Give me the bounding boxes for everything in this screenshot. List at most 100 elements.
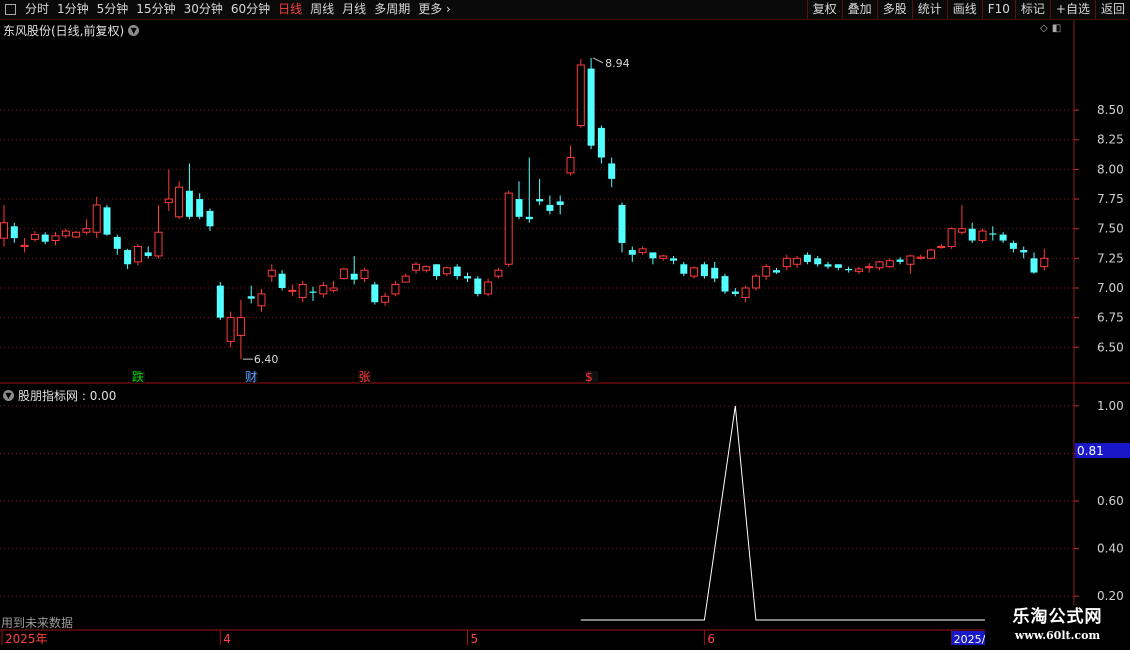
candle-body bbox=[329, 287, 338, 291]
candle bbox=[1040, 248, 1049, 271]
price-annotations: 8.94 6.40 bbox=[242, 57, 630, 366]
tab-more[interactable]: 更多 › bbox=[414, 0, 455, 19]
multi-stock-button[interactable]: 多股 bbox=[876, 0, 912, 19]
candle-body bbox=[206, 210, 214, 227]
candle-body bbox=[721, 276, 729, 292]
candle bbox=[906, 254, 915, 274]
chart-area[interactable]: 8.94 6.40 8.50 8.25 8.00 7.75 7.50 7.25 7.00 6.7… bbox=[0, 20, 1130, 650]
candle bbox=[350, 255, 358, 285]
back-button[interactable]: 返回 bbox=[1094, 0, 1130, 19]
candle bbox=[236, 299, 245, 360]
candle-body bbox=[546, 204, 554, 211]
candle bbox=[288, 284, 297, 297]
candle bbox=[968, 222, 976, 243]
candle bbox=[1020, 246, 1028, 259]
candle-body bbox=[566, 157, 575, 174]
tab-weekly[interactable]: 周线 bbox=[306, 0, 338, 19]
candle bbox=[916, 254, 925, 260]
candle bbox=[442, 266, 451, 277]
candle-body bbox=[741, 287, 750, 298]
candle bbox=[82, 219, 91, 235]
time-axis: 2025年4562025/07/01/二 bbox=[1, 630, 1032, 646]
candle bbox=[113, 234, 121, 255]
candle bbox=[72, 231, 81, 239]
candle bbox=[51, 232, 60, 246]
time-label: 5 bbox=[471, 632, 479, 646]
indicator-axis: 1.000.800.600.400.200.81 bbox=[1074, 399, 1130, 603]
f10-button[interactable]: F10 bbox=[981, 0, 1015, 19]
window-icon[interactable] bbox=[5, 4, 16, 15]
candle-body bbox=[597, 127, 605, 158]
candle-body bbox=[906, 255, 915, 265]
candle bbox=[597, 125, 605, 164]
price-axis: 8.50 8.25 8.00 7.75 7.50 7.25 7.00 6.75 6.50 bbox=[1074, 103, 1124, 354]
candle bbox=[175, 181, 184, 220]
candle-body bbox=[247, 296, 255, 299]
candle-body bbox=[587, 68, 595, 146]
tab-15min[interactable]: 15分钟 bbox=[132, 0, 179, 19]
candle bbox=[700, 261, 708, 279]
candle-body bbox=[999, 234, 1007, 241]
candle-body bbox=[968, 228, 976, 241]
candle bbox=[854, 266, 863, 274]
candle bbox=[309, 286, 317, 302]
tab-daily[interactable]: 日线 bbox=[274, 0, 306, 19]
candle bbox=[556, 195, 564, 215]
candle-body bbox=[433, 264, 441, 277]
candle bbox=[41, 232, 49, 245]
tab-1min[interactable]: 1分钟 bbox=[53, 0, 93, 19]
candle bbox=[957, 204, 966, 235]
candle bbox=[546, 195, 554, 215]
candle-body bbox=[371, 284, 379, 303]
candle bbox=[885, 258, 894, 268]
candle-body bbox=[504, 192, 513, 265]
candle bbox=[164, 169, 173, 211]
mark-button[interactable]: 标记 bbox=[1014, 0, 1050, 19]
tab-multi-period[interactable]: 多周期 bbox=[370, 0, 414, 19]
candle-body bbox=[30, 234, 39, 240]
overlay-button[interactable]: 叠加 bbox=[841, 0, 877, 19]
time-label: 4 bbox=[223, 632, 231, 646]
stats-button[interactable]: 统计 bbox=[911, 0, 947, 19]
tab-5min[interactable]: 5分钟 bbox=[93, 0, 133, 19]
add-watchlist-button[interactable]: +自选 bbox=[1049, 0, 1095, 19]
candle bbox=[999, 232, 1007, 243]
candle-body bbox=[927, 249, 935, 259]
candle bbox=[464, 272, 471, 283]
tab-monthly[interactable]: 月线 bbox=[338, 0, 370, 19]
tab-60min[interactable]: 60分钟 bbox=[227, 0, 274, 19]
indicator-value: 0.00 bbox=[89, 388, 117, 403]
signal-marker: 张 bbox=[359, 370, 371, 384]
candle bbox=[1030, 252, 1038, 274]
candle-body bbox=[638, 248, 647, 253]
candle bbox=[793, 255, 802, 268]
candle-body bbox=[298, 283, 307, 298]
candle-body bbox=[865, 266, 874, 269]
tab-fenshi[interactable]: 分时 bbox=[21, 0, 53, 19]
price-tick-label: 6.50 bbox=[1097, 340, 1124, 354]
candle bbox=[803, 252, 811, 265]
candle bbox=[92, 196, 101, 239]
draw-line-button[interactable]: 画线 bbox=[946, 0, 982, 19]
candle-body bbox=[576, 64, 585, 127]
candle bbox=[845, 266, 853, 273]
candle-body bbox=[1009, 242, 1017, 249]
indicator-tick-label: 0.40 bbox=[1097, 542, 1124, 556]
candle bbox=[329, 280, 338, 293]
candle bbox=[20, 238, 29, 253]
candle-body bbox=[1030, 258, 1038, 273]
main-grid bbox=[0, 109, 1074, 348]
indicator-title[interactable]: ▼ 股朋指标网 : 0.00 bbox=[3, 387, 116, 404]
fuquan-button[interactable]: 复权 bbox=[806, 0, 842, 19]
candle bbox=[875, 260, 884, 271]
chevron-down-icon[interactable]: ▼ bbox=[3, 390, 14, 401]
tab-30min[interactable]: 30分钟 bbox=[180, 0, 227, 19]
candle-body bbox=[339, 268, 348, 279]
candle-body bbox=[20, 244, 29, 247]
candle-body bbox=[216, 285, 224, 318]
candle bbox=[494, 267, 503, 279]
candle-body bbox=[680, 264, 688, 274]
candle bbox=[978, 228, 987, 243]
indicator-tick-label: 0.20 bbox=[1097, 589, 1124, 603]
price-tick-label: 6.75 bbox=[1097, 311, 1124, 325]
